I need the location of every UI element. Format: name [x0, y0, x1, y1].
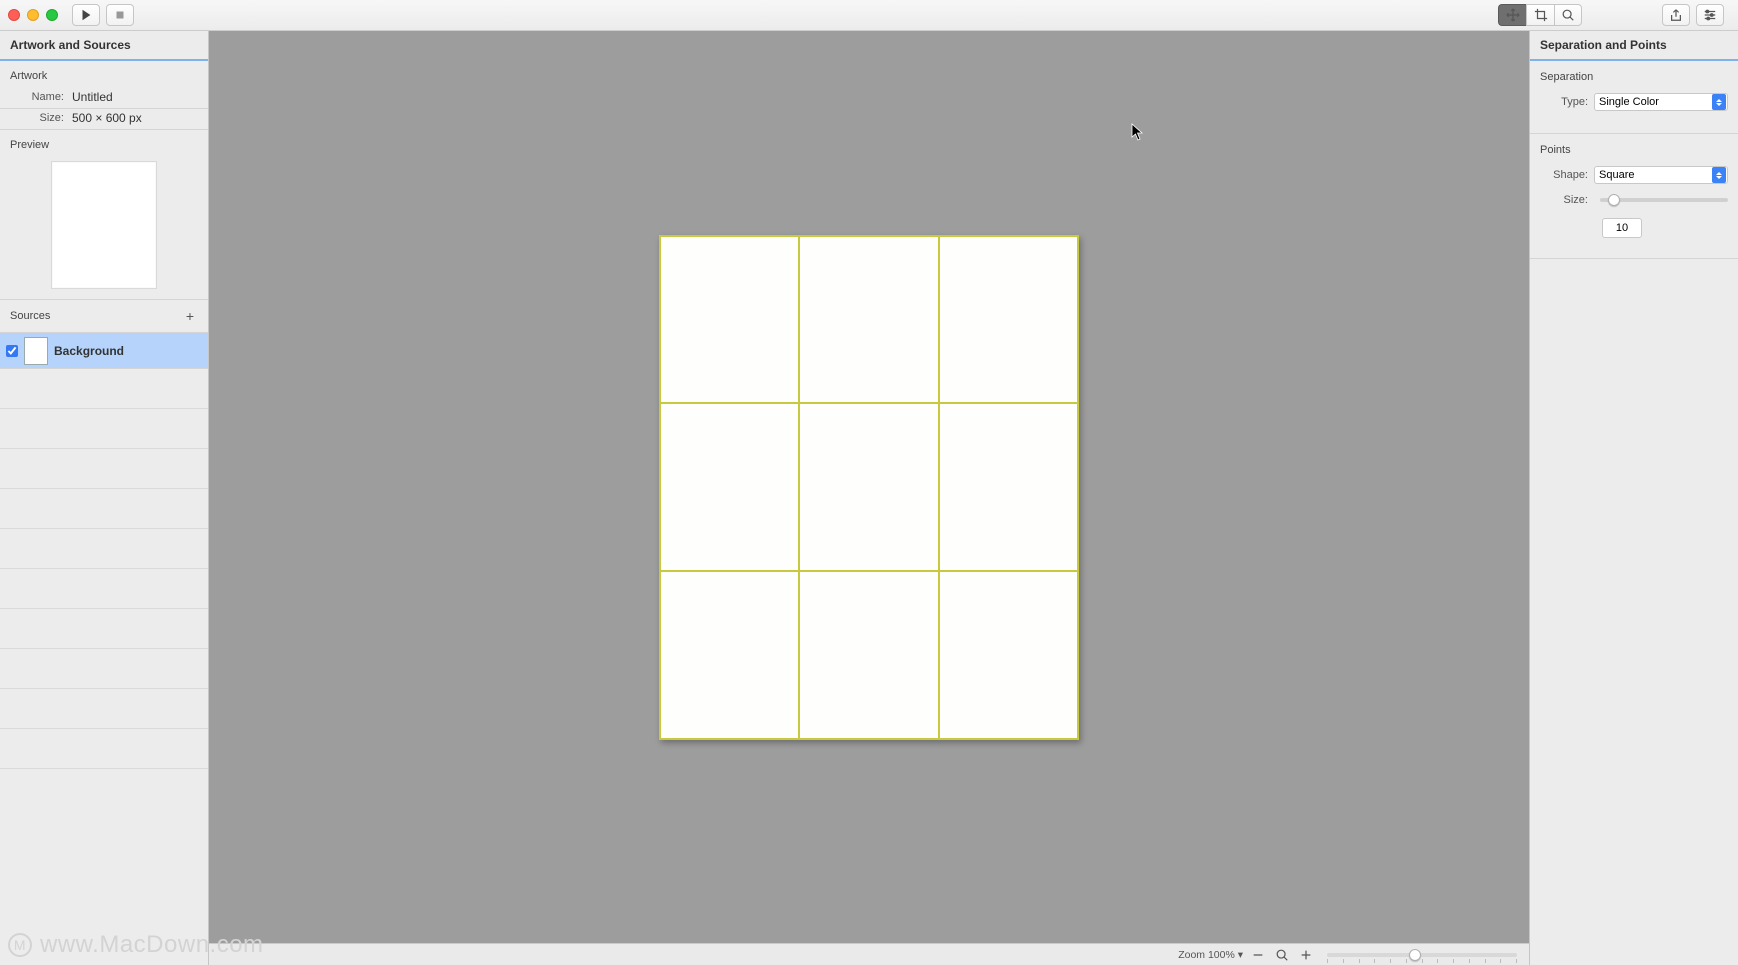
select-arrows-icon — [1712, 167, 1726, 183]
window-maximize-button[interactable] — [46, 9, 58, 21]
crop-icon — [1534, 8, 1548, 22]
right-panel-title: Separation and Points — [1530, 31, 1738, 61]
type-row: Type: Single Color — [1530, 89, 1738, 115]
move-tool-button[interactable] — [1498, 4, 1526, 26]
source-thumbnail — [24, 337, 48, 365]
artwork-size-row: Size: 500 × 600 px — [0, 109, 208, 129]
type-select[interactable]: Single Color — [1594, 93, 1728, 111]
zoom-reset-button[interactable] — [1273, 946, 1291, 964]
artwork-size-value: 500 × 600 px — [72, 111, 142, 125]
play-button[interactable] — [72, 4, 100, 26]
zoom-slider[interactable] — [1327, 953, 1517, 957]
type-label: Type: — [1540, 96, 1588, 108]
window-minimize-button[interactable] — [27, 9, 39, 21]
shape-select-value: Square — [1599, 169, 1634, 181]
points-section-header: Points — [1530, 134, 1738, 162]
size-value-row — [1530, 212, 1738, 244]
stop-icon — [113, 8, 127, 22]
preview-thumbnail[interactable] — [51, 161, 157, 289]
window-close-button[interactable] — [8, 9, 20, 21]
move-icon — [1506, 8, 1520, 22]
size-slider-row: Size: — [1530, 188, 1738, 212]
size-slider-thumb[interactable] — [1608, 194, 1620, 206]
zoom-out-button[interactable] — [1249, 946, 1267, 964]
preview-section-header: Preview — [0, 130, 208, 157]
shape-select[interactable]: Square — [1594, 166, 1728, 184]
share-button[interactable] — [1662, 4, 1690, 26]
zoom-slider-thumb[interactable] — [1409, 949, 1421, 961]
source-visibility-checkbox[interactable] — [6, 345, 18, 357]
window-toolbar — [0, 0, 1738, 31]
left-panel-title: Artwork and Sources — [0, 31, 208, 61]
search-icon — [1275, 948, 1289, 962]
sources-section-label: Sources — [10, 310, 50, 322]
stop-button[interactable] — [106, 4, 134, 26]
add-source-button[interactable]: + — [182, 308, 198, 324]
source-name: Background — [54, 344, 124, 358]
artwork-name-value[interactable]: Untitled — [72, 90, 113, 104]
settings-button[interactable] — [1696, 4, 1724, 26]
source-row-background[interactable]: Background — [0, 333, 208, 369]
size-slider[interactable] — [1600, 198, 1728, 202]
traffic-lights — [8, 9, 58, 21]
zoom-in-button[interactable] — [1297, 946, 1315, 964]
source-list-empty-area — [0, 369, 208, 965]
zoom-bar: Zoom 100% ▾ — [209, 943, 1529, 965]
shape-label: Shape: — [1540, 169, 1588, 181]
minus-icon — [1251, 948, 1265, 962]
size-label: Size: — [1540, 194, 1588, 206]
separation-section-header: Separation — [1530, 61, 1738, 89]
size-input[interactable] — [1602, 218, 1642, 238]
select-arrows-icon — [1712, 94, 1726, 110]
artboard[interactable] — [659, 235, 1079, 740]
artwork-section-header: Artwork — [0, 61, 208, 88]
artwork-name-row: Name: Untitled — [0, 88, 208, 108]
play-icon — [79, 8, 93, 22]
sliders-icon — [1703, 8, 1717, 22]
share-icon — [1669, 8, 1683, 22]
view-mode-group — [1498, 4, 1582, 26]
canvas-area[interactable]: Zoom 100% ▾ — [209, 31, 1529, 965]
right-sidebar: Separation and Points Separation Type: S… — [1529, 31, 1738, 965]
search-icon — [1561, 8, 1575, 22]
type-select-value: Single Color — [1599, 96, 1659, 108]
cursor-arrow-icon — [1131, 123, 1145, 141]
sources-header: Sources + — [0, 299, 208, 333]
artwork-name-label: Name: — [10, 91, 64, 103]
search-tool-button[interactable] — [1554, 4, 1582, 26]
crop-tool-button[interactable] — [1526, 4, 1554, 26]
plus-icon — [1299, 948, 1313, 962]
zoom-label[interactable]: Zoom 100% ▾ — [1178, 949, 1243, 961]
artwork-size-label: Size: — [10, 112, 64, 124]
left-sidebar: Artwork and Sources Artwork Name: Untitl… — [0, 31, 209, 965]
canvas-stage[interactable] — [209, 31, 1529, 943]
shape-row: Shape: Square — [1530, 162, 1738, 188]
